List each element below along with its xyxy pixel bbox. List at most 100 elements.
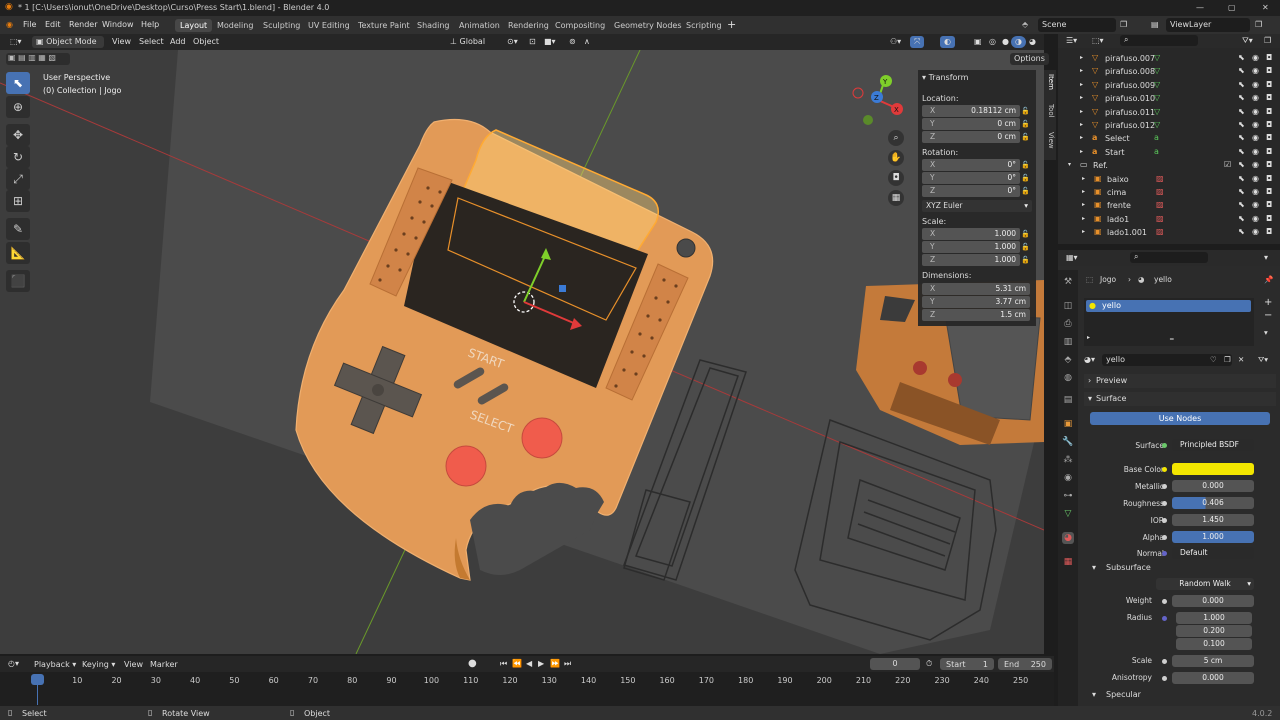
menu-view[interactable]: View — [108, 36, 135, 48]
remove-slot-icon[interactable]: − — [1264, 310, 1272, 321]
scale-y-field[interactable]: Y 1.000 — [922, 241, 1020, 253]
outliner-editor-icon[interactable]: ☰▾ — [1066, 36, 1077, 45]
expand-icon[interactable]: ▸ — [1082, 228, 1085, 235]
record-icon[interactable]: ● — [468, 658, 477, 669]
hide-toggle-icon[interactable]: ◉ — [1252, 133, 1259, 142]
properties-editor-icon[interactable]: ▦▾ — [1066, 253, 1078, 262]
outliner-row[interactable]: ▸ ▣ lado1.001 ▨ ⬉ ◉ ◘ — [1058, 226, 1280, 239]
maximize-icon[interactable]: ▢ — [1228, 3, 1236, 12]
dimensions-y-field[interactable]: Y 3.77 cm — [922, 296, 1030, 308]
pan-hand-icon[interactable]: ✋ — [888, 150, 904, 166]
tab-texture-paint[interactable]: Texture Paint — [353, 19, 415, 32]
tab-layout[interactable]: Layout — [175, 19, 213, 32]
new-view-layer-icon[interactable]: ❐ — [1255, 20, 1262, 29]
modifier-tab-icon[interactable]: 🔧 — [1062, 436, 1074, 448]
menu-file[interactable]: File — [23, 20, 36, 29]
outliner-row[interactable]: ▸ ▣ lado1 ▨ ⬉ ◉ ◘ — [1058, 213, 1280, 226]
falloff-icon[interactable]: ∧ — [580, 36, 594, 48]
play-reverse-icon[interactable]: ◀ — [526, 659, 532, 668]
play-icon[interactable]: ▶ — [538, 659, 544, 668]
location-x-field[interactable]: X 0.18112 cm — [922, 105, 1020, 117]
tab-shading[interactable]: Shading — [412, 19, 455, 32]
hide-toggle-icon[interactable]: ◉ — [1252, 200, 1259, 209]
expand-icon[interactable]: ▸ — [1082, 188, 1085, 195]
select-toggle-icon[interactable]: ⬉ — [1238, 147, 1245, 156]
playhead[interactable] — [31, 674, 44, 685]
clock-icon[interactable]: ⏱ — [926, 659, 932, 669]
slot-menu-icon[interactable]: ▾ — [1264, 328, 1268, 337]
rendered-shading-icon[interactable]: ◕ — [1025, 36, 1040, 48]
lock-icon[interactable]: 🔓 — [1021, 243, 1030, 251]
add-cube-tool-icon[interactable]: ⬛ — [6, 270, 30, 292]
menu-help[interactable]: Help — [141, 20, 159, 29]
tab-compositing[interactable]: Compositing — [550, 19, 610, 32]
render-toggle-icon[interactable]: ◘ — [1266, 93, 1272, 102]
property-field[interactable]: 0.000 — [1172, 480, 1254, 492]
minimize-icon[interactable]: — — [1196, 3, 1204, 12]
surface-panel-header[interactable]: ▾ Surface — [1084, 392, 1276, 406]
menu-render[interactable]: Render — [69, 20, 97, 29]
view-layer-selector[interactable]: ViewLayer — [1166, 18, 1250, 32]
lock-icon[interactable]: 🔓 — [1021, 133, 1030, 141]
select-toggle-icon[interactable]: ⬉ — [1238, 214, 1245, 223]
vector-socket-icon[interactable] — [1162, 616, 1167, 621]
menu-playback[interactable]: Playback ▾ — [34, 660, 76, 669]
menu-marker[interactable]: Marker — [150, 660, 178, 669]
gizmo-toggle-icon[interactable]: ⤧ — [910, 36, 925, 48]
base-color-swatch[interactable] — [1172, 463, 1254, 475]
select-toggle-icon[interactable]: ⬉ — [1238, 53, 1245, 62]
property-field[interactable]: 1.000 — [1172, 531, 1254, 543]
hide-toggle-icon[interactable]: ◉ — [1252, 147, 1259, 156]
render-toggle-icon[interactable]: ◘ — [1266, 227, 1272, 236]
property-field[interactable]: 1.450 — [1172, 514, 1254, 526]
select-toggle-icon[interactable]: ⬉ — [1238, 174, 1245, 183]
orientation-selector[interactable]: ⊥ Global — [446, 36, 489, 48]
rotation-x-field[interactable]: X 0° — [922, 159, 1020, 171]
fake-user-icon[interactable]: ♡ — [1210, 355, 1217, 364]
outliner-row[interactable]: ▸ ▽ pirafuso.010 ▽ ⬉ ◉ ◘ — [1058, 92, 1280, 105]
render-toggle-icon[interactable]: ◘ — [1266, 120, 1272, 129]
outliner-row[interactable]: ▸ ▽ pirafuso.009 ▽ ⬉ ◉ ◘ — [1058, 79, 1280, 92]
hide-toggle-icon[interactable]: ◉ — [1252, 80, 1259, 89]
data-tab-icon[interactable]: ▽ — [1062, 508, 1074, 520]
texture-tab-icon[interactable]: ▦ — [1062, 556, 1074, 568]
hide-toggle-icon[interactable]: ◉ — [1252, 227, 1259, 236]
preview-panel-header[interactable]: › Preview — [1084, 374, 1276, 388]
lock-icon[interactable]: 🔓 — [1021, 187, 1030, 195]
radius-x-field[interactable]: 1.000 — [1176, 612, 1252, 624]
properties-search-input[interactable]: ⌕ — [1130, 252, 1208, 263]
prev-keyframe-icon[interactable]: ⏪ — [512, 659, 522, 668]
rotation-y-field[interactable]: Y 0° — [922, 172, 1020, 184]
tab-tool[interactable]: Tool — [1045, 104, 1055, 118]
options-chevron-icon[interactable]: ▾ — [1264, 253, 1268, 262]
outliner-row[interactable]: ▸ ▽ pirafuso.011 ▽ ⬉ ◉ ◘ — [1058, 106, 1280, 119]
property-field[interactable]: 0.406 — [1172, 497, 1254, 509]
start-frame-field[interactable]: Start 1 — [940, 658, 994, 670]
tab-geometry-nodes[interactable]: Geometry Nodes — [609, 19, 686, 32]
select-toggle-icon[interactable]: ⬉ — [1238, 200, 1245, 209]
collapse-icon[interactable]: ▾ — [1068, 161, 1071, 168]
sss-scale-field[interactable]: 5 cm — [1172, 655, 1254, 667]
rotation-mode-select[interactable]: XYZ Euler ▾ — [922, 200, 1032, 212]
material-slot-yello[interactable]: ● yello — [1086, 300, 1251, 312]
socket-icon[interactable] — [1162, 518, 1167, 523]
cursor-tool-icon[interactable]: ⊕ — [6, 96, 30, 118]
blender-menu-icon[interactable]: ◉ — [6, 20, 13, 29]
overlay-toggle-icon[interactable]: ◐ — [940, 36, 955, 48]
options-button[interactable]: Options — [1010, 53, 1049, 65]
visibility-icon[interactable]: ⚇▾ — [886, 36, 905, 48]
browse-icon[interactable]: ⛛▾ — [1258, 355, 1268, 365]
snap-target-icon[interactable]: ■▾ — [540, 36, 560, 48]
select-toggle-icon[interactable]: ⬉ — [1238, 80, 1245, 89]
outliner-row[interactable]: ▸ ▽ pirafuso.012 ▽ ⬉ ◉ ◘ — [1058, 119, 1280, 132]
tab-rendering[interactable]: Rendering — [503, 19, 554, 32]
select-box-tool-icon[interactable]: ⬉ — [6, 72, 30, 94]
surface-shader-select[interactable]: Principled BSDF — [1172, 439, 1254, 451]
dimensions-x-field[interactable]: X 5.31 cm — [922, 283, 1030, 295]
display-mode-icon[interactable]: ⬚▾ — [1092, 36, 1104, 45]
lock-icon[interactable]: 🔓 — [1021, 174, 1030, 182]
camera-icon[interactable]: ◘ — [888, 170, 904, 186]
add-workspace-icon[interactable]: + — [727, 18, 736, 31]
material-shading-icon[interactable]: ◑ — [1011, 36, 1026, 48]
render-toggle-icon[interactable]: ◘ — [1266, 66, 1272, 75]
